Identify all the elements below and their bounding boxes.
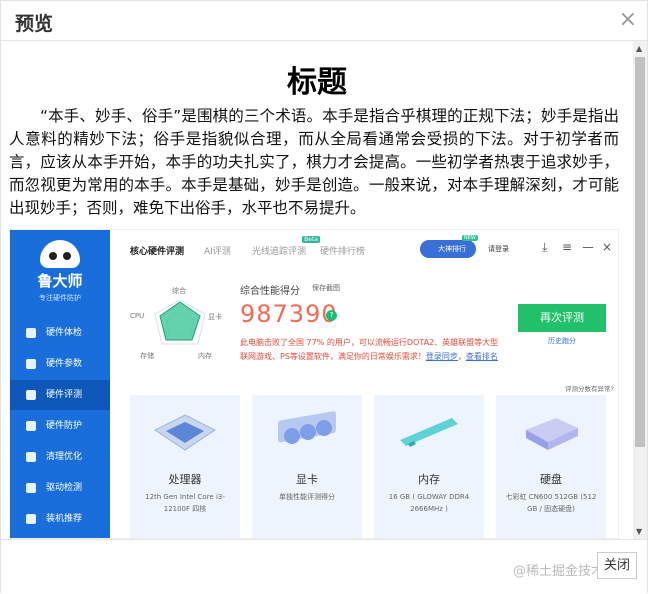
abnormal-link: 评测分数有异常?: [565, 385, 614, 393]
radar-label-cpu: CPU: [130, 312, 145, 320]
sidebar-item-hardware-check: 硬件体检: [10, 318, 110, 348]
radar-label-memory: 内存: [198, 352, 212, 360]
app-brand-sub: 专注硬件防护: [39, 294, 81, 302]
window-close-icon: ×: [602, 240, 613, 254]
hardware-card-disk: 硬盘 七彩虹 CN600 512GB (512 GB / 固态硬盘): [496, 395, 606, 538]
login-sync-link: 登录同步: [425, 352, 458, 361]
hardware-params-icon: [26, 359, 36, 369]
radar-label-storage: 存储: [140, 352, 154, 360]
radar-label-overall: 综合: [172, 287, 186, 295]
memory-icon: [400, 418, 458, 447]
preview-dialog: 预览 × 标题 “本手、妙手、俗手”是围棋的三个术语。本手是指合乎棋理的正规下法…: [0, 0, 648, 594]
new-badge: NEW: [462, 235, 478, 241]
close-button[interactable]: 关闭: [597, 552, 637, 579]
download-icon: ⤓: [542, 240, 548, 254]
sidebar-item-driver-check: 驱动检测: [10, 473, 110, 503]
menu-icon: ≡: [562, 240, 573, 254]
app-main: 核心硬件评测 AI评测 光线追踪评测 Beta 硬件排行榜 大神排行 NEW 请登…: [110, 230, 618, 538]
dialog-body[interactable]: 标题 “本手、妙手、俗手”是围棋的三个术语。本手是指合乎棋理的正规下法；妙手是指…: [1, 41, 647, 539]
card-desc: 单独性能评测得分: [279, 493, 335, 501]
minimize-icon: —: [582, 240, 594, 254]
build-recommend-icon: [26, 514, 36, 524]
dialog-footer: @稀土掘金技术社区 关闭: [1, 539, 647, 594]
scroll-down-icon[interactable]: ▼: [636, 527, 642, 536]
sidebar-item-label: 装机推荐: [46, 514, 83, 524]
gpu-icon: [278, 411, 336, 444]
retest-button: 再次评测: [518, 304, 606, 332]
app-brand: 鲁大师: [37, 272, 83, 290]
sidebar-item-clean-optimize: 清理优化: [10, 442, 110, 472]
sidebar-item-label: 清理优化: [46, 452, 83, 462]
app-logo-icon: [40, 240, 80, 268]
document-paragraph: “本手、妙手、俗手”是围棋的三个术语。本手是指合乎棋理的正规下法；妙手是指出人意…: [9, 107, 619, 217]
score-value: 987390: [240, 300, 338, 328]
sidebar-item-label: 硬件评测: [46, 390, 83, 400]
card-desc: 16 GB ( GLOWAY DDR4 2666MHz ): [388, 493, 470, 513]
scroll-up-icon[interactable]: ▲: [636, 44, 642, 53]
card-name: 内存: [418, 473, 440, 486]
tab-ray-tracing-label: 光线追踪评测: [252, 247, 307, 257]
hardware-card-cpu: 处理器 12th Gen Intel Core i3-12100F 四核: [130, 395, 240, 538]
vip-badge: 大神排行: [420, 240, 476, 258]
tab-ray-tracing: 光线追踪评测 Beta: [252, 236, 321, 257]
app-sidebar: 鲁大师 专注硬件防护 硬件体检硬件参数硬件评测硬件防护清理优化驱动检测装机推荐: [10, 230, 110, 538]
hardware-card-gpu: 显卡 单独性能评测得分: [252, 395, 362, 538]
save-screenshot-label: 保存截图: [312, 284, 340, 292]
preview-content: 标题 “本手、妙手、俗手”是围棋的三个术语。本手是指合乎棋理的正规下法；妙手是指…: [1, 41, 633, 539]
close-icon[interactable]: ×: [619, 8, 637, 32]
card-desc: 12th Gen Intel Core i3-12100F 四核: [145, 493, 225, 513]
app-topbar: 核心硬件评测 AI评测 光线追踪评测 Beta 硬件排行榜 大神排行 NEW 请登…: [110, 230, 618, 270]
document-title: 标题: [287, 65, 347, 100]
embedded-screenshot: 鲁大师 专注硬件防护 硬件体检 硬件参数 硬件评测 硬件防护 清理优化 驱动检测 装机推荐 …: [9, 229, 619, 539]
sidebar-item-hardware-protect: 硬件防护: [10, 411, 110, 441]
sidebar-item-label: 硬件防护: [46, 421, 83, 431]
hardware-check-icon: [26, 328, 36, 338]
clean-optimize-icon: [26, 452, 36, 462]
login-label: 请登录: [488, 245, 509, 253]
scrollbar-thumb[interactable]: [635, 57, 645, 447]
hardware-protect-icon: [26, 421, 36, 431]
sidebar-item-hardware-benchmark: 硬件评测: [10, 380, 110, 410]
logo-eye-icon: [49, 252, 57, 260]
tab-ai: AI评测: [204, 247, 231, 257]
disk-icon: [526, 418, 578, 450]
rank-text: 此电脑击败了全国 77% 的用户，可以流畅运行DOTA2、英雄联盟等大型联网游戏…: [240, 338, 499, 361]
sidebar-item-label: 硬件参数: [46, 359, 83, 369]
cpu-icon: [154, 414, 216, 451]
card-name: 处理器: [168, 473, 202, 486]
question-icon: ?: [326, 310, 337, 321]
logo-eye-icon: [63, 252, 71, 260]
radar-chart: 综合 CPU 显卡 存储 内存: [130, 280, 230, 370]
card-name: 硬盘: [540, 473, 562, 486]
history-link: 历史跑分: [548, 337, 576, 345]
beta-badge: Beta: [302, 236, 321, 243]
hardware-benchmark-icon: [26, 390, 36, 400]
dialog-title: 预览: [15, 13, 54, 35]
dialog-header: 预览 ×: [1, 1, 647, 41]
tab-ranking: 硬件排行榜: [320, 247, 366, 257]
view-rank-link: 查看排名: [465, 352, 498, 361]
sidebar-item-build-recommend: 装机推荐: [10, 504, 110, 534]
sidebar-item-label: 驱动检测: [46, 483, 83, 493]
sidebar-item-label: 硬件体检: [46, 328, 83, 338]
card-desc: 七彩虹 CN600 512GB (512 GB / 固态硬盘): [505, 493, 597, 513]
hardware-card-memory: 内存 16 GB ( GLOWAY DDR4 2666MHz ): [374, 395, 484, 538]
score-label: 综合性能得分: [240, 286, 300, 297]
card-name: 显卡: [296, 473, 318, 486]
radar-label-gpu: 显卡: [208, 313, 222, 321]
sidebar-item-hardware-params: 硬件参数: [10, 349, 110, 379]
vertical-scrollbar[interactable]: ▲ ▼: [633, 41, 647, 539]
rank-description: 此电脑击败了全国 77% 的用户，可以流畅运行DOTA2、英雄联盟等大型联网游戏…: [240, 338, 499, 361]
tab-core-hardware: 核心硬件评测: [130, 247, 185, 257]
driver-check-icon: [26, 483, 36, 493]
